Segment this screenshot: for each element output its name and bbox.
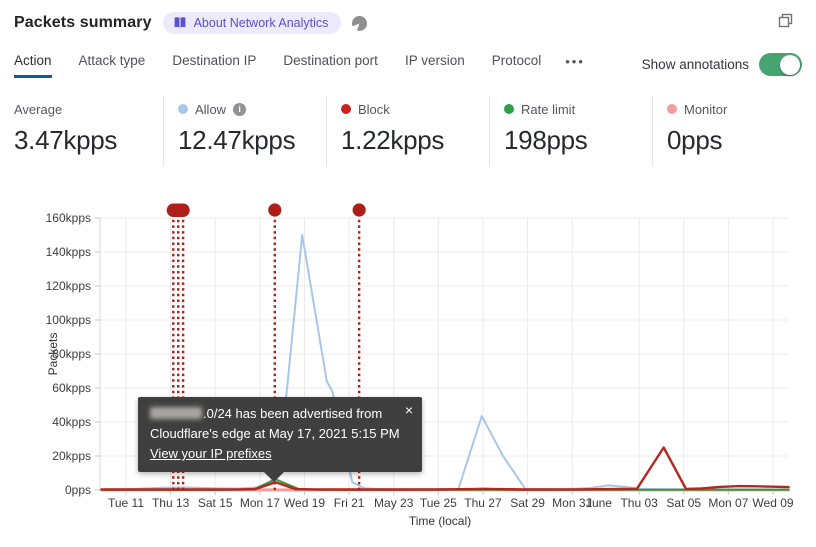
info-icon[interactable]: i	[233, 102, 247, 116]
stat-value: 198pps	[504, 125, 588, 155]
y-tick-label: 0pps	[65, 483, 91, 497]
about-network-analytics-badge[interactable]: About Network Analytics	[162, 12, 342, 34]
x-tick-label: Thu 27	[464, 496, 502, 510]
tooltip-arrow	[263, 471, 285, 482]
show-annotations-label: Show annotations	[641, 57, 749, 72]
stat-label: Rate limit	[521, 101, 576, 117]
x-tick-label: Tue 25	[420, 496, 457, 510]
y-tick-label: 140kpps	[46, 245, 91, 259]
x-tick-label: May 23	[374, 496, 414, 510]
tab-destination-ip[interactable]: Destination IP	[172, 53, 256, 78]
x-tick-label: Sat 15	[198, 496, 233, 510]
y-tick-label: 160kpps	[46, 211, 91, 225]
page-title: Packets summary	[14, 14, 152, 31]
stat-value: 1.22kpps	[341, 125, 445, 155]
stat-rate-limit: Rate limit 198pps	[489, 96, 652, 166]
redacted-ip-prefix	[150, 407, 202, 419]
stat-allow: Allow i 12.47kpps	[163, 96, 326, 166]
stat-label: Average	[14, 101, 63, 117]
stat-label: Allow	[195, 101, 227, 117]
tab-ip-version[interactable]: IP version	[405, 53, 465, 78]
annotation-marker-pill[interactable]	[166, 203, 190, 218]
stat-average: Average 3.47kpps	[0, 96, 163, 166]
annotation-marker-dot[interactable]	[352, 203, 366, 217]
open-in-new-window-icon[interactable]	[777, 12, 794, 34]
show-annotations-control: Show annotations	[642, 53, 802, 76]
y-tick-label: 60kpps	[52, 381, 91, 395]
x-tick-label: Wed 19	[284, 496, 325, 510]
x-tick-label: Thu 03	[620, 496, 658, 510]
tab-action[interactable]: Action	[14, 53, 52, 78]
y-tick-label: 120kpps	[46, 279, 91, 293]
x-axis-title: Time (local)	[409, 514, 471, 528]
x-tick-label: Wed 09	[752, 496, 793, 510]
legend-dot-allow	[178, 104, 188, 114]
y-tick-label: 40kpps	[52, 415, 91, 429]
more-tabs-button[interactable]: •••	[565, 53, 585, 69]
stat-block: Block 1.22kpps	[326, 96, 489, 166]
month-label: June	[586, 496, 612, 510]
tab-attack-type[interactable]: Attack type	[79, 53, 146, 78]
y-tick-label: 20kpps	[52, 449, 91, 463]
tab-destination-port[interactable]: Destination port	[283, 53, 378, 78]
x-tick-label: Mon 17	[240, 496, 280, 510]
tooltip-line-1: .0/24 has been advertised from	[150, 404, 410, 424]
toggle-knob	[780, 54, 800, 75]
annotation-tooltip: × .0/24 has been advertised from Cloudfl…	[138, 397, 422, 482]
x-tick-label: Sat 05	[666, 496, 701, 510]
view-ip-prefixes-link[interactable]: View your IP prefixes	[150, 446, 272, 461]
x-tick-label: Tue 11	[108, 496, 144, 510]
book-icon	[174, 17, 185, 28]
y-tick-label: 100kpps	[46, 313, 91, 327]
stats-row: Average 3.47kpps Allow i 12.47kpps Block 1.22k…	[0, 96, 816, 166]
show-annotations-toggle[interactable]	[759, 53, 802, 76]
legend-dot-block	[341, 104, 351, 114]
header: Packets summary About Network Analytics	[14, 12, 368, 34]
x-tick-label: Fri 21	[334, 496, 365, 510]
annotation-marker-dot[interactable]	[268, 203, 282, 217]
stat-value: 3.47kpps	[14, 125, 118, 155]
legend-dot-rate-limit	[504, 104, 514, 114]
x-tick-label: Thu 13	[152, 496, 190, 510]
stat-label: Monitor	[684, 101, 728, 117]
tabs-row: Action Attack type Destination IP Destinati…	[14, 53, 802, 78]
legend-dot-monitor	[667, 104, 677, 114]
x-tick-label: Sat 29	[510, 496, 545, 510]
tooltip-line-2: Cloudflare's edge at May 17, 2021 5:15 P…	[150, 426, 400, 441]
badge-label: About Network Analytics	[193, 16, 329, 30]
stat-label: Block	[358, 101, 390, 117]
stat-value: 12.47kpps	[178, 125, 296, 155]
stat-monitor: Monitor 0pps	[652, 96, 815, 166]
pie-indicator-icon	[352, 15, 368, 31]
close-icon[interactable]: ×	[405, 400, 413, 420]
stat-value: 0pps	[667, 125, 723, 155]
y-axis-title: Packets	[46, 333, 60, 376]
x-tick-label: Mon 07	[708, 496, 748, 510]
tab-protocol[interactable]: Protocol	[492, 53, 542, 78]
tabs: Action Attack type Destination IP Destinati…	[14, 53, 541, 78]
packets-chart: 0pps 20kpps 40kpps 60kpps 80kpps 100kpps 120kp…	[0, 190, 816, 542]
